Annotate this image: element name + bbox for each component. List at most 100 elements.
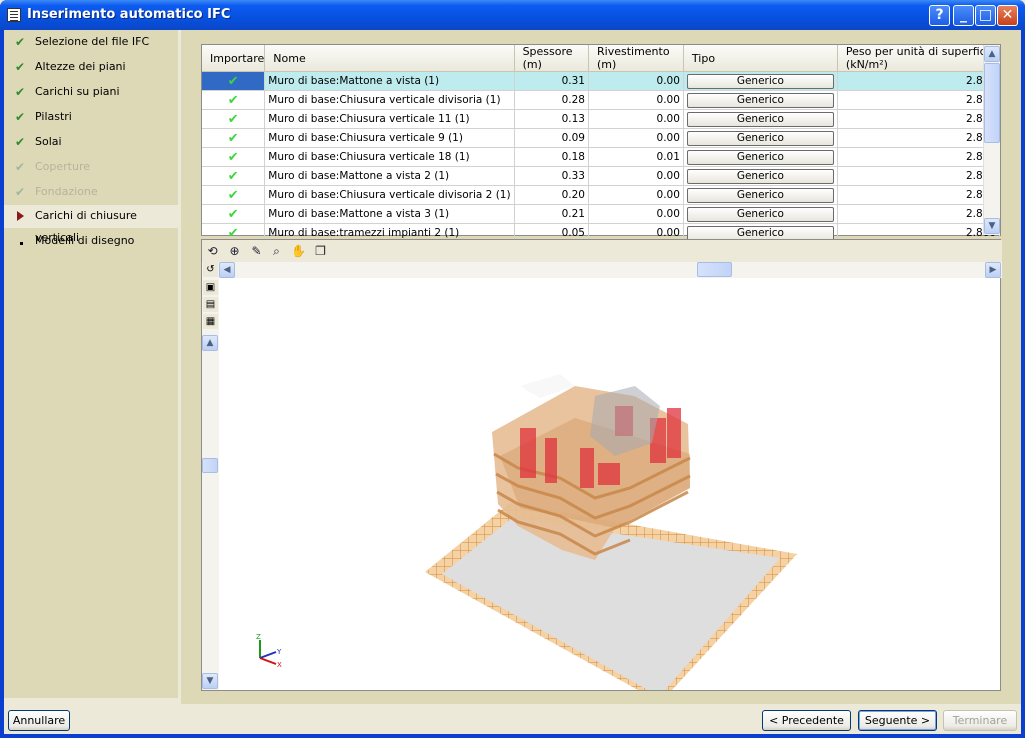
weight-value[interactable]: 2.860 [837,109,1001,129]
scroll-right-arrow-icon[interactable]: ▶ [985,262,1001,278]
cladding-value[interactable]: 0.00 [588,204,684,224]
type-button[interactable]: Generico [686,92,834,108]
weight-value[interactable]: 2.860 [837,71,1001,91]
weight-value[interactable]: 2.860 [837,185,1001,205]
cladding-value[interactable]: 0.00 [588,166,684,186]
import-check-icon[interactable]: ✔ [202,90,266,110]
import-check-icon[interactable]: ✔ [202,166,266,186]
building-3d-model[interactable]: Z Y X [220,278,1000,690]
table-row[interactable]: ✔ Muro di base:Chiusura verticale 18 (1) 0… [202,147,1001,167]
weight-value[interactable]: 2.860 [837,128,1001,148]
client-area: ✔ Selezione del file IFC ✔ Altezze dei pia… [4,30,1021,734]
zoom-window-icon[interactable]: ⌕ [268,243,285,260]
thickness-value[interactable]: 0.09 [514,128,590,148]
cladding-value[interactable]: 0.01 [588,147,684,167]
close-button[interactable]: ✕ [997,5,1018,26]
column-header-rivestimento[interactable]: Rivestimento (m) [588,45,684,72]
step-selezione-file-ifc[interactable]: ✔ Selezione del file IFC [4,31,178,54]
step-carichi-piani[interactable]: ✔ Carichi su piani [4,81,178,104]
cladding-value[interactable]: 0.00 [588,90,684,110]
import-check-icon[interactable]: ✔ [202,185,266,205]
cladding-value[interactable]: 0.00 [588,128,684,148]
type-button[interactable]: Generico [686,187,834,203]
step-label: Fondazione [35,185,98,198]
weight-value[interactable]: 2.860 [837,90,1001,110]
thickness-value[interactable]: 0.31 [514,71,590,91]
table-vertical-scrollbar[interactable]: ▲ ▼ [983,45,1000,235]
type-button[interactable]: Generico [686,168,834,184]
scroll-up-arrow-icon[interactable]: ▲ [202,335,218,351]
table-row[interactable]: ✔ Muro di base:Chiusura verticale divisor… [202,90,1001,110]
step-carichi-chiusure-verticali[interactable]: Carichi di chiusure verticali [4,205,178,244]
view-box-icon[interactable]: ▣ [203,280,218,295]
scroll-down-arrow-icon[interactable]: ▼ [984,218,1000,234]
thickness-value[interactable]: 0.21 [514,204,590,224]
minimize-button[interactable]: _ [953,5,974,26]
next-button[interactable]: Seguente > [858,710,937,731]
scroll-left-arrow-icon[interactable]: ◀ [219,262,235,278]
scroll-thumb[interactable] [984,63,1000,143]
thickness-value[interactable]: 0.20 [514,185,590,205]
pen-tool-icon[interactable]: ✎ [248,243,265,260]
column-header-nome[interactable]: Nome [264,45,515,72]
import-check-icon[interactable]: ✔ [202,204,266,224]
zoom-extents-icon[interactable]: ⊕ [226,243,243,260]
column-header-spessore[interactable]: Spessore (m) [514,45,590,72]
type-button[interactable]: Generico [686,111,834,127]
table-row[interactable]: ✔ Muro di base:Mattone a vista 2 (1) 0.33 0… [202,166,1001,186]
import-check-icon[interactable]: ✔ [202,128,266,148]
wall-name: Muro di base:Chiusura verticale 18 (1) [264,147,515,167]
bullet-icon [20,242,23,245]
type-button[interactable]: Generico [686,206,834,222]
table-row[interactable]: ✔ Muro di base:Chiusura verticale 11 (1) 0… [202,109,1001,129]
thickness-value[interactable]: 0.33 [514,166,590,186]
copy-view-icon[interactable]: ❐ [312,243,329,260]
h-scroll-thumb[interactable] [697,262,732,277]
table-row[interactable]: ✔ Muro di base:Chiusura verticale 9 (1) 0.… [202,128,1001,148]
import-check-icon[interactable]: ✔ [202,147,266,167]
rotate-view-icon[interactable]: ⟲ [204,243,221,260]
cladding-value[interactable]: 0.00 [588,185,684,205]
previous-button[interactable]: < Precedente [762,710,851,731]
step-coperture: ✔ Coperture [4,156,178,179]
column-header-tipo[interactable]: Tipo [683,45,838,72]
pan-hand-icon[interactable]: ✋ [290,243,307,260]
column-header-importare[interactable]: Importare [202,45,266,72]
table-row[interactable]: ✔ Muro di base:Mattone a vista 3 (1) 0.21 0… [202,204,1001,224]
type-button[interactable]: Generico [686,149,834,165]
help-button[interactable]: ? [929,5,950,26]
import-check-icon[interactable]: ✔ [202,109,266,129]
check-icon: ✔ [15,110,26,124]
weight-value[interactable]: 2.860 [837,204,1001,224]
table-row[interactable]: ✔ Muro di base:Chiusura verticale divisor… [202,185,1001,205]
thickness-value[interactable]: 0.28 [514,90,590,110]
step-modelli-disegno[interactable]: Modelli di disegno [4,230,178,253]
step-pilastri[interactable]: ✔ Pilastri [4,106,178,129]
render-mode-icon[interactable]: ▦ [203,314,218,329]
scroll-up-arrow-icon[interactable]: ▲ [984,46,1000,62]
3d-viewer[interactable]: ⟲ ⊕ ✎ ⌕ ✋ ❐ ◀ ▶ ↺ ▣ ▤ ▦ ▲ ▼ Z Y X [201,239,1002,691]
step-solai[interactable]: ✔ Solai [4,131,178,154]
scroll-down-arrow-icon[interactable]: ▼ [202,673,218,689]
import-check-icon[interactable]: ✔ [202,71,266,91]
weight-value[interactable]: 2.860 [837,166,1001,186]
step-altezze-piani[interactable]: ✔ Altezze dei piani [4,56,178,79]
cladding-value[interactable]: 0.00 [588,71,684,91]
cancel-button[interactable]: Annullare [8,710,70,731]
application-window: Inserimento automatico IFC ? _ □ ✕ ✔ Sele… [0,0,1025,738]
cladding-value[interactable]: 0.00 [588,109,684,129]
view-select-icon[interactable]: ▤ [203,297,218,312]
weight-value[interactable]: 2.860 [837,147,1001,167]
thickness-value[interactable]: 0.13 [514,109,590,129]
check-icon: ✔ [15,35,26,49]
v-scroll-thumb[interactable] [202,458,218,473]
type-button[interactable]: Generico [686,130,834,146]
type-button[interactable]: Generico [686,73,834,89]
check-icon: ✔ [15,160,26,174]
thickness-value[interactable]: 0.18 [514,147,590,167]
undo-view-icon[interactable]: ↺ [203,262,218,277]
viewer-horizontal-scrollbar[interactable]: ◀ ▶ [202,262,1002,278]
maximize-button[interactable]: □ [975,5,996,26]
column-header-peso[interactable]: Peso per unità di superficie (kN/m²) [837,45,1001,72]
table-row[interactable]: ✔ Muro di base:Mattone a vista (1) 0.31 0.0… [202,71,1001,91]
